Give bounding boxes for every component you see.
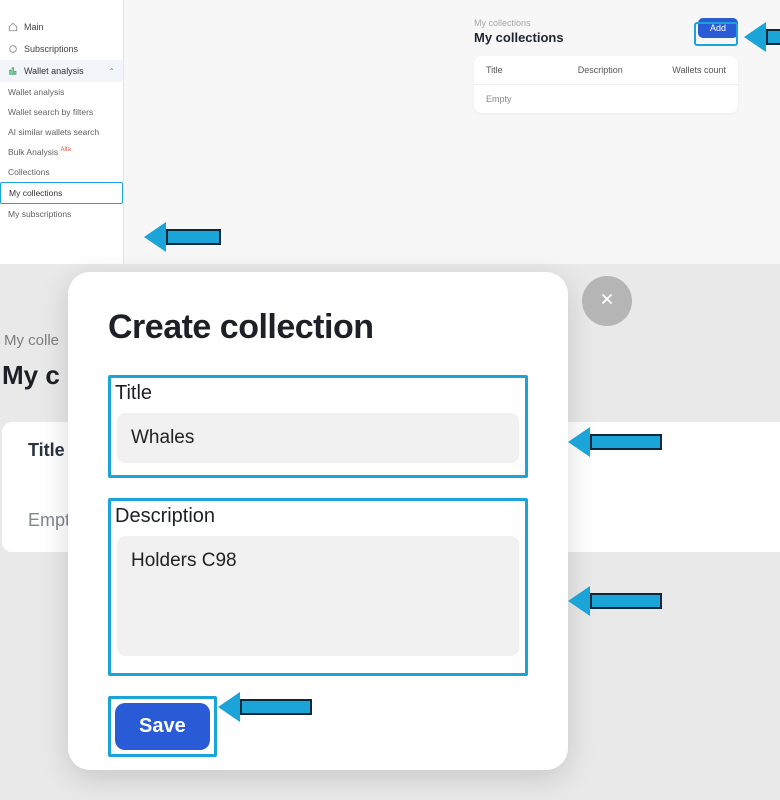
table-header-title: Title <box>486 65 578 75</box>
annotation-arrow-icon <box>144 222 221 252</box>
close-icon <box>598 288 616 314</box>
annotation-highlight-add <box>694 22 738 46</box>
sidebar: Main Subscriptions Wallet analysis ⌃ Wal… <box>0 0 124 264</box>
sidebar-item-label: Main <box>24 22 44 32</box>
sidebar-item-label: Subscriptions <box>24 44 78 54</box>
title-label: Title <box>115 382 519 405</box>
sidebar-subitem-label: Bulk Analysis <box>8 147 58 157</box>
star-icon <box>8 44 18 54</box>
annotation-arrow-icon <box>744 22 780 52</box>
bg-table-header: Title <box>28 440 65 461</box>
bg-breadcrumb: My colle <box>4 332 59 349</box>
sidebar-subitem-bulk-analysis[interactable]: Bulk Analysis Alfa <box>0 142 123 162</box>
annotation-arrow-icon <box>568 586 662 616</box>
sidebar-subitem-my-collections[interactable]: My collections <box>0 182 123 204</box>
bg-title: My c <box>2 360 60 391</box>
top-screenshot: Main Subscriptions Wallet analysis ⌃ Wal… <box>0 0 780 264</box>
table-header-description: Description <box>578 65 670 75</box>
alpha-tag: Alfa <box>60 147 70 153</box>
content-area: My collections My collections Add Title … <box>124 0 780 264</box>
table-empty-state: Empty <box>474 85 738 113</box>
save-button[interactable]: Save <box>115 703 210 750</box>
sidebar-subitem-ai-similar-wallets-search[interactable]: AI similar wallets search <box>0 122 123 142</box>
chart-icon <box>8 66 18 76</box>
annotation-arrow-icon <box>568 427 662 457</box>
description-label: Description <box>115 505 519 528</box>
annotation-highlight-save: Save <box>108 696 217 757</box>
sidebar-item-subscriptions[interactable]: Subscriptions <box>0 38 123 60</box>
create-collection-modal: Create collection Title Description Save <box>68 272 568 770</box>
annotation-arrow-icon <box>218 692 312 722</box>
home-icon <box>8 22 18 32</box>
breadcrumb: My collections <box>474 18 564 28</box>
sidebar-subitem-collections[interactable]: Collections <box>0 162 123 182</box>
sidebar-section-wallet-analysis[interactable]: Wallet analysis ⌃ <box>0 60 123 82</box>
annotation-highlight-title-field: Title <box>108 375 528 478</box>
sidebar-subitem-wallet-search-by-filters[interactable]: Wallet search by filters <box>0 102 123 122</box>
sidebar-subitem-my-subscriptions[interactable]: My subscriptions <box>0 204 123 224</box>
description-input[interactable] <box>117 536 519 656</box>
collections-table: Title Description Wallets count Empty <box>474 56 738 113</box>
chevron-up-icon: ⌃ <box>108 67 115 76</box>
annotation-highlight-description-field: Description <box>108 498 528 676</box>
table-header-wallets-count: Wallets count <box>670 65 726 75</box>
close-modal-button[interactable] <box>582 276 632 326</box>
sidebar-section-label: Wallet analysis <box>24 66 84 76</box>
sidebar-item-main[interactable]: Main <box>0 16 123 38</box>
title-input[interactable] <box>117 413 519 463</box>
modal-title: Create collection <box>108 308 528 347</box>
sidebar-subitem-wallet-analysis[interactable]: Wallet analysis <box>0 82 123 102</box>
page-title: My collections <box>474 30 564 45</box>
bg-table-empty: Empt <box>28 510 70 531</box>
